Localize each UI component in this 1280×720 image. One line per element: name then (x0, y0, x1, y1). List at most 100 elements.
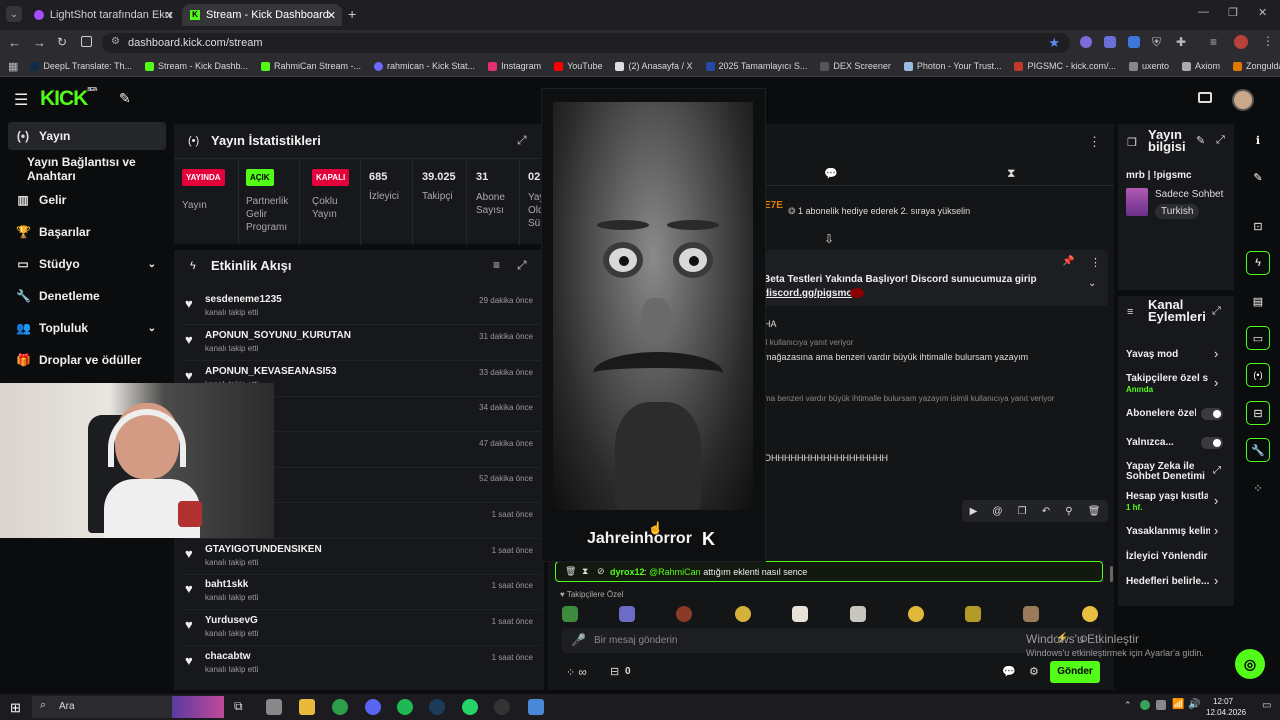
action-slow-mode[interactable]: Yavaş mod (1126, 349, 1222, 360)
sidebar-item-yayin[interactable]: (•) Yayın (8, 122, 166, 150)
url-field[interactable]: ⚙ dashboard.kick.com/stream ★ (102, 33, 1070, 53)
taskbar-app-icon[interactable] (266, 699, 282, 715)
back-icon[interactable]: ← (8, 35, 21, 50)
tag-badge[interactable]: Turkish (1155, 204, 1200, 219)
bookmark-item[interactable]: DEX Screener (820, 61, 891, 71)
bookmark-item[interactable]: uxento (1129, 61, 1169, 71)
chat-bubble-icon[interactable]: ▭ (1246, 326, 1270, 350)
emote-button[interactable] (1023, 606, 1039, 622)
chevron-down-icon[interactable]: ⌄ (1088, 278, 1096, 289)
chevron-right-icon[interactable]: › (1214, 346, 1218, 361)
more-icon[interactable]: ⋮ (1088, 134, 1101, 150)
steam-icon[interactable] (429, 699, 445, 715)
obs-icon[interactable] (494, 699, 510, 715)
action-banned-words[interactable]: Yasaklanmış kelimeler (1126, 526, 1210, 537)
document-icon[interactable]: ▤ (1246, 289, 1270, 313)
server-icon[interactable]: ⊟ (1246, 401, 1270, 425)
tray-icon[interactable] (1140, 700, 1150, 710)
network-icon[interactable]: 📶 (1172, 699, 1184, 710)
forward-icon[interactable]: → (33, 35, 46, 50)
profile-avatar[interactable] (1234, 35, 1248, 49)
volume-icon[interactable]: 🔊 (1188, 699, 1200, 710)
trash-icon[interactable]: 🗑 (565, 566, 576, 577)
chrome-icon[interactable] (332, 699, 348, 715)
info-icon[interactable]: ℹ (1246, 128, 1270, 152)
file-explorer-icon[interactable] (299, 699, 315, 715)
pinned-link[interactable]: discord.gg/pigsmc (763, 288, 852, 299)
pin-icon[interactable]: ✎ (119, 90, 131, 107)
bookmark-item[interactable]: Axiom (1182, 61, 1220, 71)
puzzle-icon[interactable]: ✚ (1176, 35, 1186, 49)
taskbar-app-icon[interactable] (528, 699, 544, 715)
copy-icon[interactable]: ❐ (1018, 506, 1027, 517)
ban-icon[interactable]: ⊘ (597, 566, 605, 577)
mention-icon[interactable]: @ (992, 506, 1002, 517)
hourglass-icon[interactable]: ⧗ (582, 566, 588, 577)
clock-time[interactable]: 12:07 (1213, 697, 1233, 706)
sub-only-toggle[interactable] (1201, 408, 1223, 420)
close-icon[interactable]: ✕ (165, 9, 174, 22)
sidebar-item-gelir[interactable]: ▥ Gelir (8, 186, 166, 214)
lightning-icon[interactable]: ϟ (1246, 251, 1270, 275)
only-toggle[interactable] (1201, 437, 1223, 449)
bookmark-item[interactable]: rahmican - Kick Stat... (374, 61, 475, 71)
chevron-right-icon[interactable]: › (1214, 523, 1218, 538)
chat-username[interactable]: dyrox12 (610, 567, 645, 577)
emote-button[interactable] (676, 606, 692, 622)
reload-icon[interactable]: ↻ (57, 35, 67, 49)
list-item[interactable]: ♥ YurdusevG kanalı takip etti 1 saat önce (183, 611, 541, 646)
chat-bubble-icon[interactable]: 💬 (824, 167, 838, 180)
edit-icon[interactable]: ✎ (1246, 165, 1270, 189)
external-link-icon[interactable]: ⤢ (1213, 465, 1221, 476)
apps-icon[interactable]: ▦ (8, 60, 18, 73)
discord-icon[interactable] (365, 699, 381, 715)
tray-chevron-icon[interactable]: ⌃ (1124, 700, 1132, 711)
send-button[interactable]: Gönder (1050, 661, 1100, 683)
action-redirect[interactable]: İzleyici Yönlendir (1126, 551, 1222, 562)
bookmark-item[interactable]: 2025 Tamamlayıcı S... (705, 61, 807, 71)
scroll-down-icon[interactable]: ⇩ (824, 232, 834, 246)
new-tab-button[interactable]: + (348, 6, 356, 22)
sidebar-item-droplar[interactable]: 🎁 Droplar ve ödüller (8, 346, 166, 374)
bookmark-item[interactable]: Stream - Kick Dashb... (144, 61, 248, 71)
action-goals[interactable]: Hedefleri belirle... (1126, 576, 1210, 587)
expand-icon[interactable]: ⤢ (517, 133, 527, 148)
task-view-icon[interactable]: ⧉ (234, 699, 243, 714)
tab-lightshot[interactable]: LightShot tarafından Ekran Görü ✕ (26, 4, 180, 26)
chevron-right-icon[interactable]: › (1214, 493, 1218, 508)
expand-icon[interactable]: ⤢ (1212, 305, 1221, 318)
sidebar-item-stream-key[interactable]: Yayın Bağlantısı ve Anahtarı (8, 155, 172, 183)
emote-button[interactable] (735, 606, 751, 622)
more-icon[interactable]: ⋮ (1090, 256, 1101, 269)
chest-icon[interactable]: ⊟ (610, 665, 619, 678)
reply-icon[interactable]: ↶ (1042, 506, 1050, 517)
play-icon[interactable]: ▶ (970, 506, 978, 517)
mic-icon[interactable]: 🎤 (571, 633, 586, 647)
sidebar-item-studyo[interactable]: ▭ Stüdyo ⌄ (8, 250, 166, 278)
more-icon[interactable]: ⋮ (1262, 34, 1274, 48)
sidebar-item-topluluk[interactable]: 👥 Topluluk ⌄ (8, 314, 166, 342)
clock-date[interactable]: 12.04.2026 (1206, 708, 1246, 717)
emote-button[interactable] (850, 606, 866, 622)
pin-icon[interactable]: ⚲ (1065, 506, 1072, 517)
sidebar-item-basarilar[interactable]: 🏆 Başarılar (8, 218, 166, 246)
bookmark-item[interactable]: YouTube (554, 61, 602, 71)
bookmark-item[interactable]: (2) Anasayfa / X (615, 61, 693, 71)
emote-button[interactable] (562, 606, 578, 622)
kick-logo[interactable]: KICKBETA (40, 87, 98, 111)
list-item[interactable]: ♥ baht1skk kanalı takip etti 1 saat önce (183, 575, 541, 610)
list-item[interactable]: ♥ APONUN_SOYUNU_KURUTAN kanalı takip etti 3… (183, 326, 541, 361)
extension-icon[interactable] (1104, 36, 1116, 48)
chat-scrollbar[interactable] (1110, 566, 1113, 582)
list-item[interactable]: ♥ chacabtw kanalı takip etti 1 saat önce (183, 647, 541, 682)
expand-icon[interactable]: ⤢ (1216, 134, 1225, 147)
sidebar-item-denetleme[interactable]: 🔧 Denetleme (8, 282, 166, 310)
wallet-icon[interactable] (1198, 92, 1212, 103)
sidebar-toggle-icon[interactable] (81, 36, 92, 47)
expand-icon[interactable]: ⤢ (517, 258, 527, 273)
gear-icon[interactable]: ⚙ (1029, 665, 1039, 678)
emote-button[interactable] (792, 606, 808, 622)
extension-icon[interactable] (1080, 36, 1092, 48)
chevron-right-icon[interactable]: › (1214, 375, 1218, 390)
window-close-button[interactable]: ✕ (1258, 6, 1267, 19)
